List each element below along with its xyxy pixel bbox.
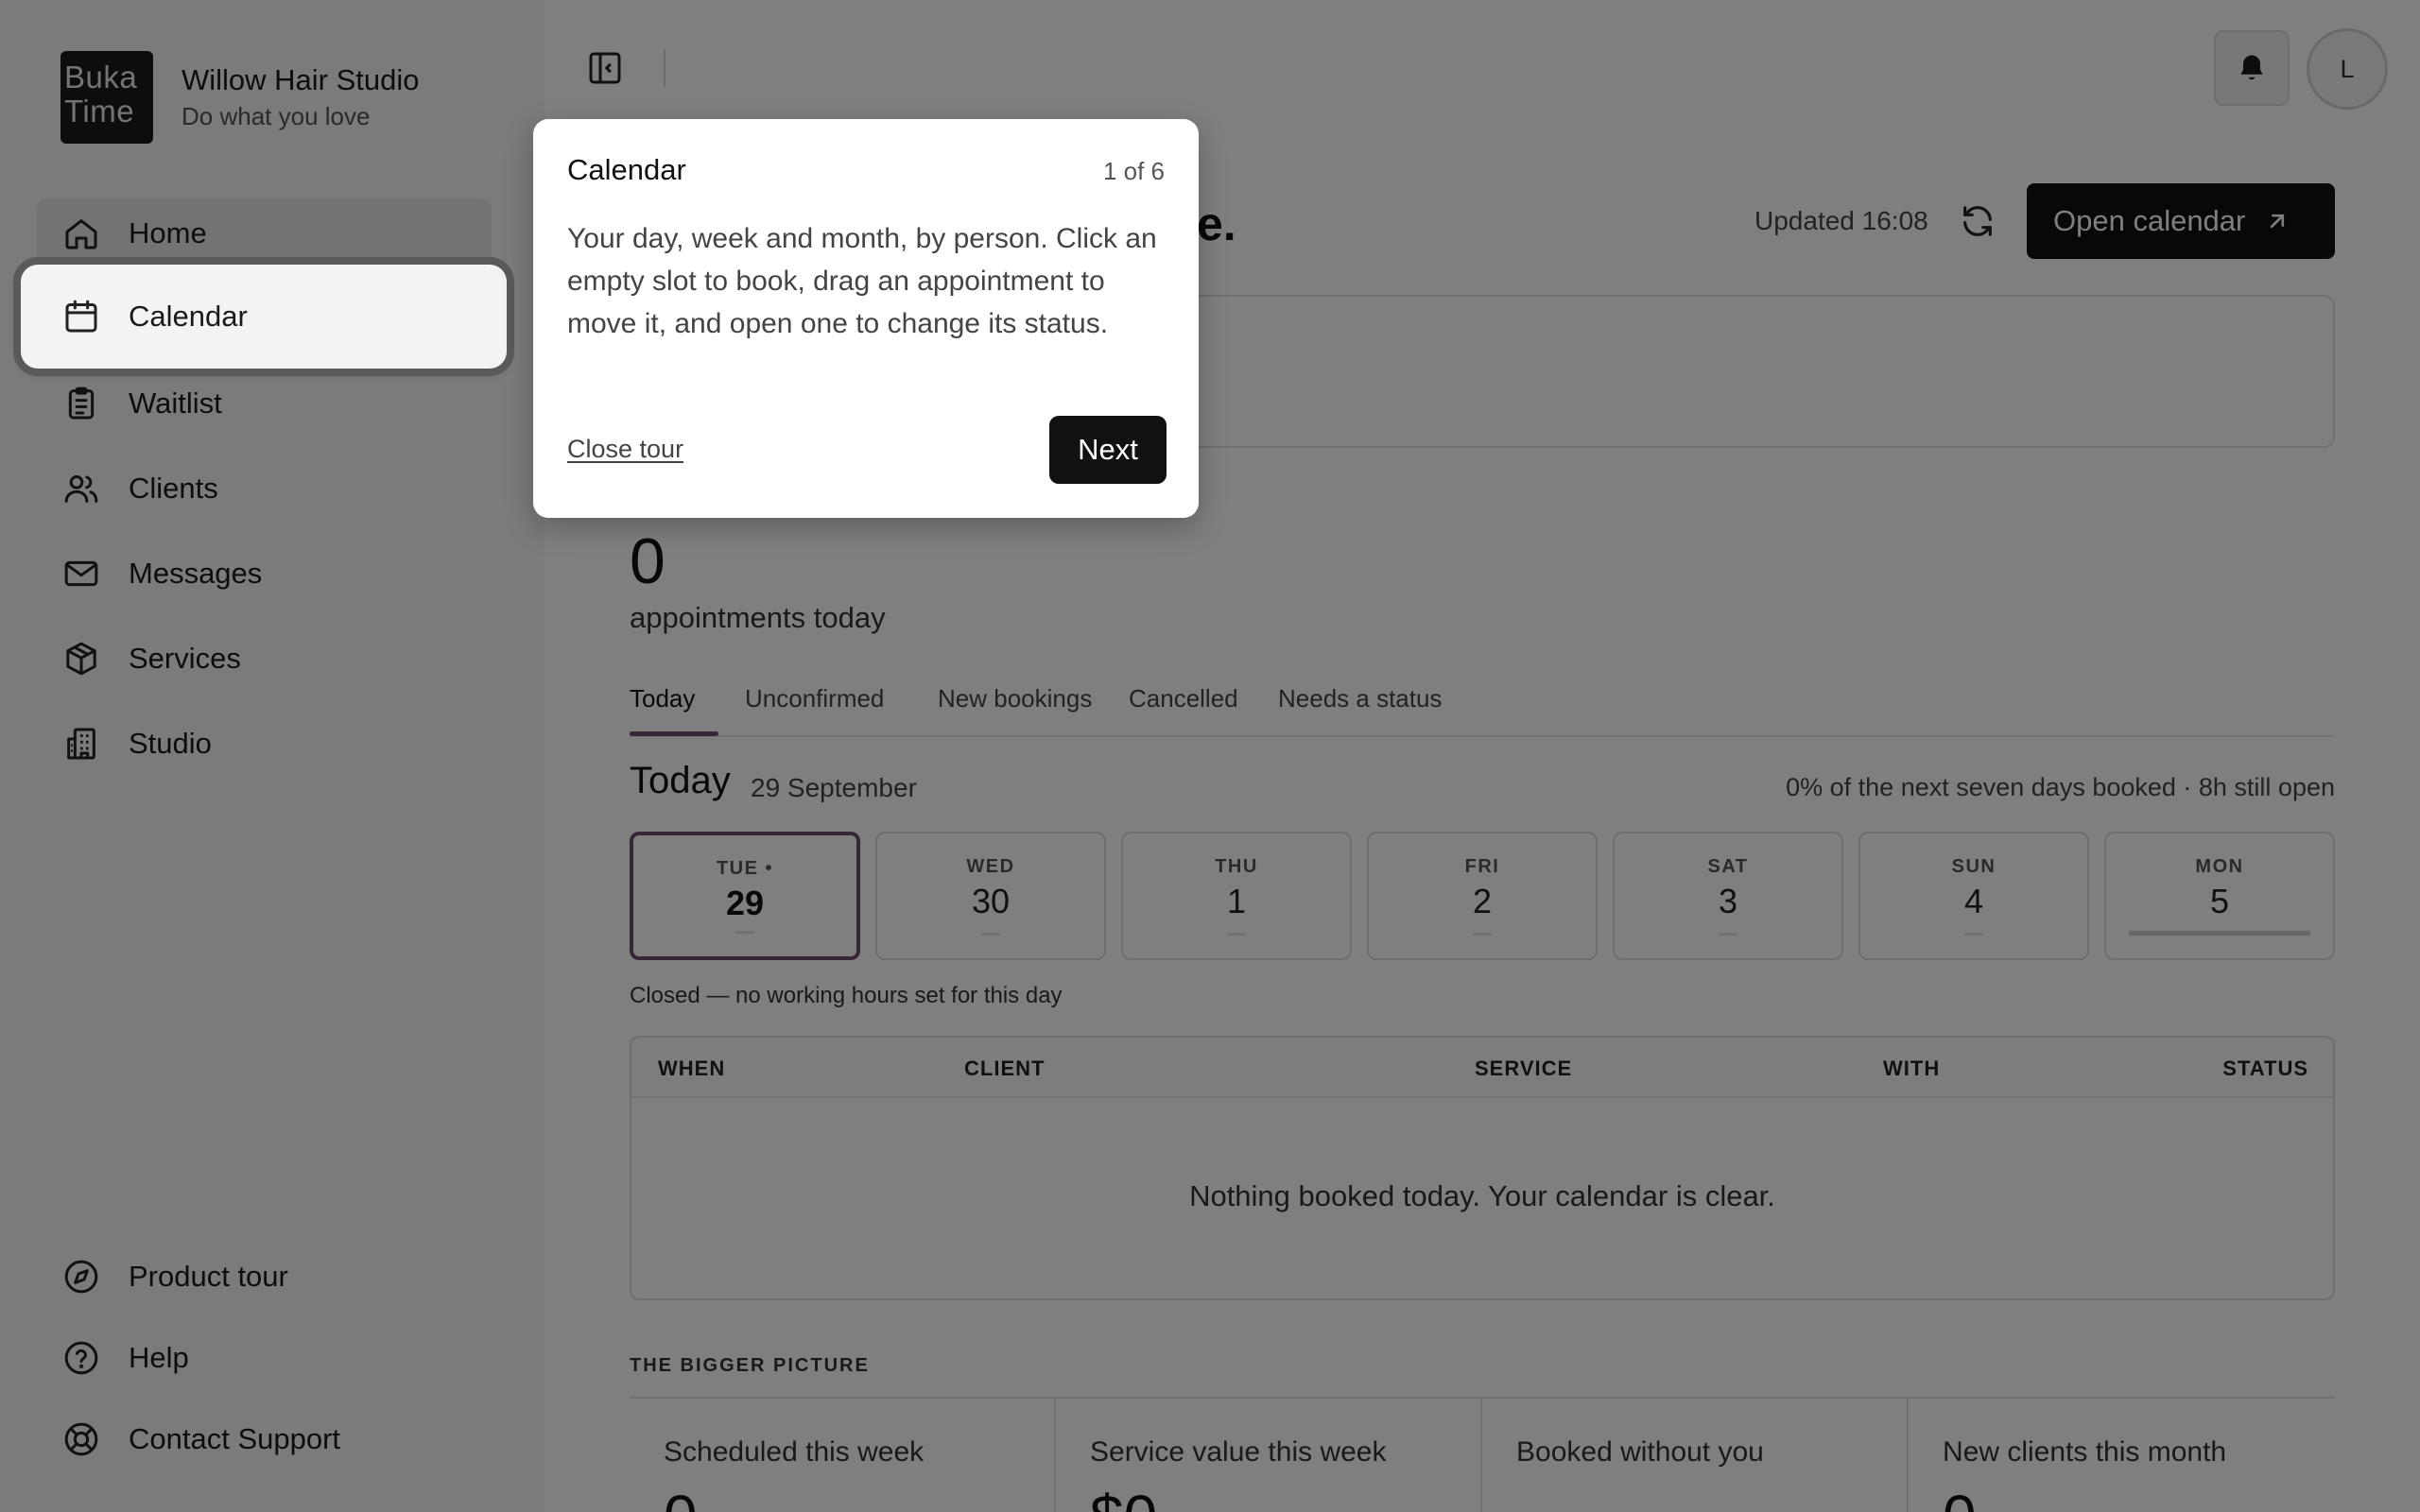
panel-left-icon <box>589 52 621 84</box>
empty-state-message: Nothing booked today. Your calendar is c… <box>1189 1179 1775 1212</box>
booking-summary: 0% of the next seven days booked · 8h st… <box>1786 773 2335 801</box>
updated-timestamp: Updated 16:08 <box>1754 206 1928 235</box>
column-client: CLIENT <box>964 1057 1046 1080</box>
sidebar-item-messages[interactable]: Messages <box>36 539 492 609</box>
tab-today[interactable]: Today <box>630 684 695 713</box>
appointments-label: appointments today <box>630 601 886 634</box>
studio-name: Willow Hair Studio <box>182 63 420 96</box>
stats-row: Scheduled this week 0 Service value this… <box>630 1397 2335 1512</box>
sidebar-item-calendar[interactable]: Calendar <box>21 265 507 369</box>
life-buoy-icon <box>60 1418 102 1460</box>
today-date: 29 September <box>751 773 917 802</box>
sidebar: Buka Time Willow Hair Studio Do what you… <box>0 0 544 1512</box>
stat-scheduled-this-week: Scheduled this week 0 <box>630 1399 1056 1512</box>
clipboard-list-icon <box>60 383 102 424</box>
sidebar-item-home[interactable]: Home <box>36 198 492 268</box>
stat-new-clients: New clients this month 0 <box>1943 1436 2227 1512</box>
box-icon <box>60 638 102 679</box>
tab-cancelled[interactable]: Cancelled <box>1129 684 1238 713</box>
mail-icon <box>60 553 102 594</box>
open-calendar-button[interactable]: Open calendar <box>2027 183 2335 259</box>
column-status: STATUS <box>2222 1057 2308 1080</box>
notifications-button[interactable] <box>2214 30 2290 106</box>
tour-description: Your day, week and month, by person. Cli… <box>567 223 1157 339</box>
sidebar-item-product-tour[interactable]: Product tour <box>36 1242 492 1312</box>
column-when: WHEN <box>658 1057 726 1080</box>
table-header: WHEN CLIENT SERVICE WITH STATUS <box>631 1038 2333 1098</box>
refresh-button[interactable] <box>1959 202 1996 240</box>
closed-note: Closed — no working hours set for this d… <box>630 983 1063 1008</box>
refresh-icon <box>1963 206 1992 236</box>
tour-next-button[interactable]: Next <box>1049 416 1167 484</box>
appointments-table: WHEN CLIENT SERVICE WITH STATUS Nothing … <box>630 1036 2335 1300</box>
sidebar-item-studio[interactable]: Studio <box>36 709 492 779</box>
help-circle-icon <box>60 1337 102 1379</box>
sidebar-item-help[interactable]: Help <box>36 1323 492 1393</box>
building-icon <box>60 723 102 765</box>
sidebar-item-waitlist[interactable]: Waitlist <box>36 369 492 438</box>
tab-unconfirmed[interactable]: Unconfirmed <box>745 684 884 713</box>
brand-logo: Buka Time <box>60 51 153 144</box>
close-tour-link[interactable]: Close tour <box>567 435 683 464</box>
tour-popover: Calendar 1 of 6 Your day, week and month… <box>533 119 1199 518</box>
arrow-up-right-icon <box>2271 214 2285 229</box>
stat-service-value: Service value this week $0 <box>1056 1399 1482 1512</box>
sidebar-item-clients[interactable]: Clients <box>36 454 492 524</box>
studio-tagline: Do what you love <box>182 102 371 130</box>
bigger-picture-heading: THE BIGGER PICTURE <box>630 1355 870 1376</box>
bell-icon <box>2240 55 2263 80</box>
appointment-tabs: Today Unconfirmed New bookings Cancelled… <box>630 669 2335 737</box>
appointments-count: 0 <box>630 525 666 597</box>
tour-title: Calendar <box>567 153 686 186</box>
user-avatar[interactable]: L <box>2307 28 2388 110</box>
stat-booked-without-you: Booked without you <box>1482 1399 1909 1512</box>
users-icon <box>60 468 102 509</box>
compass-icon <box>60 1256 102 1297</box>
day-card-mon[interactable]: MON 5 <box>2104 832 2335 960</box>
day-card-tue[interactable]: TUE • 29 <box>630 832 860 960</box>
day-card-wed[interactable]: WED 30 <box>875 832 1106 960</box>
day-card-sat[interactable]: SAT 3 <box>1613 832 1843 960</box>
column-service: SERVICE <box>1475 1057 1573 1080</box>
topbar-divider <box>664 49 666 87</box>
day-card-thu[interactable]: THU 1 <box>1121 832 1352 960</box>
active-tab-indicator <box>630 731 718 736</box>
column-with: WITH <box>1883 1057 1941 1080</box>
home-icon <box>60 213 102 254</box>
tab-new-bookings[interactable]: New bookings <box>938 684 1092 713</box>
tab-needs-a-status[interactable]: Needs a status <box>1278 684 1442 713</box>
sidebar-item-contact-support[interactable]: Contact Support <box>36 1404 492 1474</box>
page-title: e. <box>1197 198 1236 250</box>
brand[interactable]: Buka Time Willow Hair Studio Do what you… <box>60 51 420 144</box>
sidebar-item-services[interactable]: Services <box>36 624 492 694</box>
calendar-icon <box>60 296 102 337</box>
today-heading: Today <box>630 760 731 801</box>
day-card-fri[interactable]: FRI 2 <box>1367 832 1598 960</box>
sidebar-toggle-button[interactable] <box>586 49 624 87</box>
day-card-sun[interactable]: SUN 4 <box>1858 832 2089 960</box>
tour-step-counter: 1 of 6 <box>1102 157 1165 185</box>
